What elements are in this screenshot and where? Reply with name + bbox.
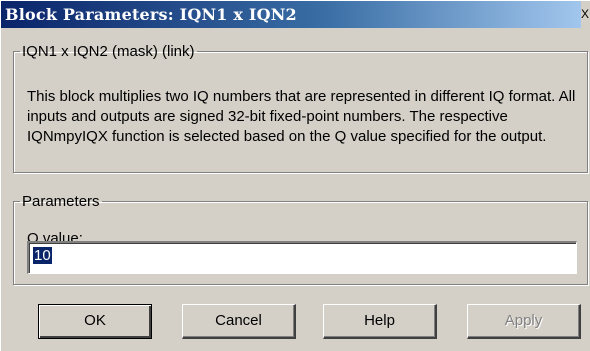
block-parameters-dialog: Block Parameters: IQN1 x IQN2 X IQN1 x I… [0,0,590,351]
title-bar[interactable]: Block Parameters: IQN1 x IQN2 X [1,1,590,28]
cancel-button[interactable]: Cancel [182,304,296,339]
q-value-input[interactable]: 10 [27,241,577,274]
ok-button[interactable]: OK [38,304,152,339]
parameters-group-legend: Parameters [22,193,100,210]
q-value-selected-text: 10 [33,247,52,264]
description-group: IQN1 x IQN2 (mask) (link) This block mul… [13,43,588,173]
block-description: This block multiplies two IQ numbers tha… [27,88,576,145]
apply-button: Apply [467,304,581,339]
description-group-legend: IQN1 x IQN2 (mask) (link) [22,43,195,60]
help-button[interactable]: Help [323,304,437,339]
window-title: Block Parameters: IQN1 x IQN2 [5,5,297,24]
close-icon[interactable]: X [581,1,590,28]
